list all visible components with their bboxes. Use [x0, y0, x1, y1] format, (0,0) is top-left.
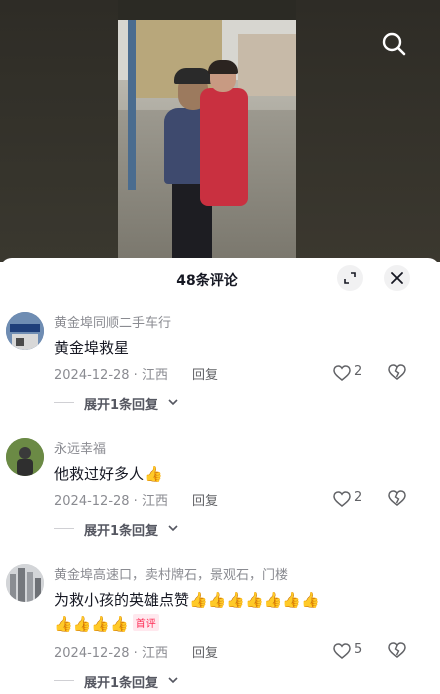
comment-date-location: 2024-12-28 · 江西: [54, 494, 168, 509]
like-count: 5: [354, 642, 363, 657]
avatar[interactable]: [6, 312, 44, 350]
heart-outline-icon: [333, 491, 351, 507]
dislike-button[interactable]: [388, 364, 408, 384]
broken-heart-icon: [388, 642, 406, 658]
reply-button[interactable]: 回复: [192, 642, 218, 661]
comment-item: 黄金埠高速口，卖村牌石，景观石，门楼 为救小孩的英雄点赞👍👍👍👍👍👍👍 👍👍👍👍…: [0, 564, 440, 694]
expand-replies-button[interactable]: 展开1条回复: [54, 394, 194, 413]
thumbs-up-emoji: 👍: [144, 465, 163, 483]
video-blur-right: [296, 0, 440, 262]
video-player[interactable]: [0, 0, 440, 262]
comments-header: 48条评论: [0, 258, 440, 300]
reply-button[interactable]: 回复: [192, 490, 218, 509]
like-count: 2: [354, 364, 363, 379]
video-frame: [118, 20, 296, 262]
chevron-down-icon: [168, 677, 178, 684]
like-count: 2: [354, 490, 363, 505]
expand-sheet-button[interactable]: [337, 265, 363, 291]
close-icon: [391, 272, 403, 284]
avatar[interactable]: [6, 438, 44, 476]
comment-text-continued: 👍👍👍👍 首评: [54, 614, 159, 633]
broken-heart-icon: [388, 490, 406, 506]
child-figure: [200, 60, 250, 212]
reply-button[interactable]: 回复: [192, 364, 218, 383]
like-button[interactable]: 5: [333, 642, 373, 662]
avatar[interactable]: [6, 564, 44, 602]
thumbs-up-emoji: 👍👍👍👍: [54, 615, 129, 633]
divider: [54, 680, 74, 681]
broken-heart-icon: [388, 364, 406, 380]
dislike-button[interactable]: [388, 642, 408, 662]
divider: [54, 402, 74, 403]
dislike-button[interactable]: [388, 490, 408, 510]
chevron-down-icon: [168, 399, 178, 406]
first-comment-badge: 首评: [132, 614, 159, 631]
close-button[interactable]: [384, 265, 410, 291]
comment-date-location: 2024-12-28 · 江西: [54, 368, 168, 383]
expand-replies-label: 展开1条回复: [84, 524, 159, 539]
comments-sheet: 48条评论 黄金埠同顺二手车行 黄金埠救星 2024-12-28 · 江西 回复…: [0, 258, 440, 694]
comment-text: 他救过好多人👍: [54, 465, 163, 483]
search-button[interactable]: [380, 30, 408, 58]
divider: [54, 528, 74, 529]
expand-replies-label: 展开1条回复: [84, 398, 159, 413]
like-button[interactable]: 2: [333, 364, 373, 384]
comment-item: 永远幸福 他救过好多人👍 2024-12-28 · 江西 回复 2 展开1条回复: [0, 438, 440, 548]
thumbs-up-emoji: 👍👍👍👍👍👍👍: [189, 591, 320, 609]
heart-outline-icon: [333, 643, 351, 659]
heart-outline-icon: [333, 365, 351, 381]
comment-text: 为救小孩的英雄点赞👍👍👍👍👍👍👍: [54, 591, 320, 609]
expand-replies-button[interactable]: 展开1条回复: [54, 520, 194, 539]
comment-username[interactable]: 黄金埠高速口，卖村牌石，景观石，门楼: [54, 564, 288, 583]
comment-username[interactable]: 黄金埠同顺二手车行: [54, 312, 171, 331]
expand-replies-label: 展开1条回复: [84, 676, 159, 691]
comment-date-location: 2024-12-28 · 江西: [54, 646, 168, 661]
comment-item: 黄金埠同顺二手车行 黄金埠救星 2024-12-28 · 江西 回复 2 展开1…: [0, 312, 440, 422]
expand-replies-button[interactable]: 展开1条回复: [54, 672, 194, 691]
comment-username[interactable]: 永远幸福: [54, 438, 106, 457]
like-button[interactable]: 2: [333, 490, 373, 510]
search-icon: [382, 32, 406, 56]
chevron-down-icon: [168, 525, 178, 532]
video-blur-left: [0, 0, 118, 262]
comment-text: 黄金埠救星: [54, 339, 130, 357]
expand-icon: [344, 272, 356, 284]
